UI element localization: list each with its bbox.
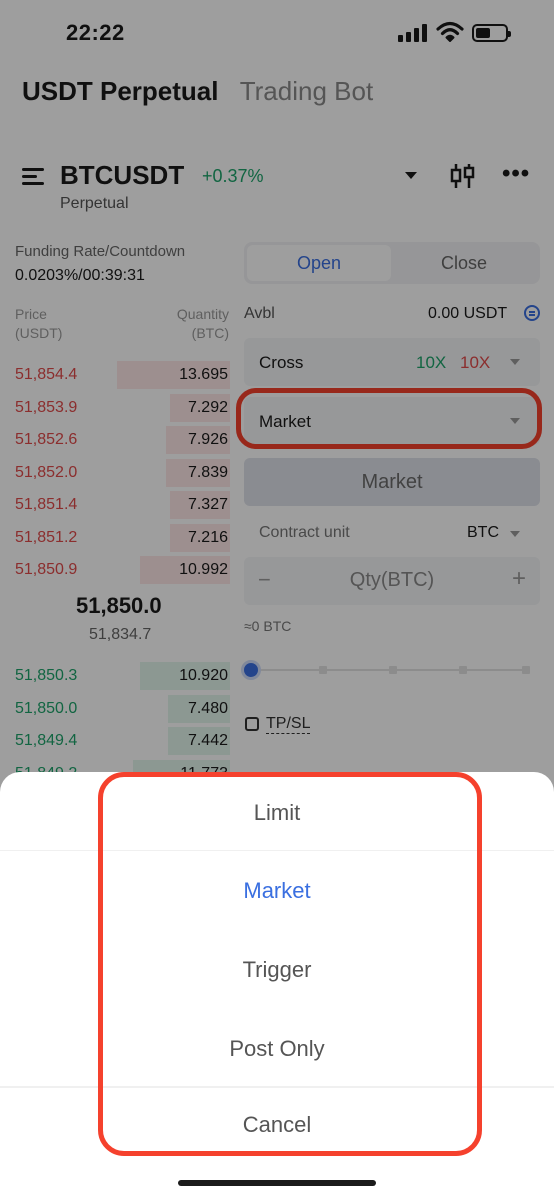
home-indicator[interactable] — [178, 1180, 376, 1186]
highlight-order-options — [98, 772, 482, 1156]
